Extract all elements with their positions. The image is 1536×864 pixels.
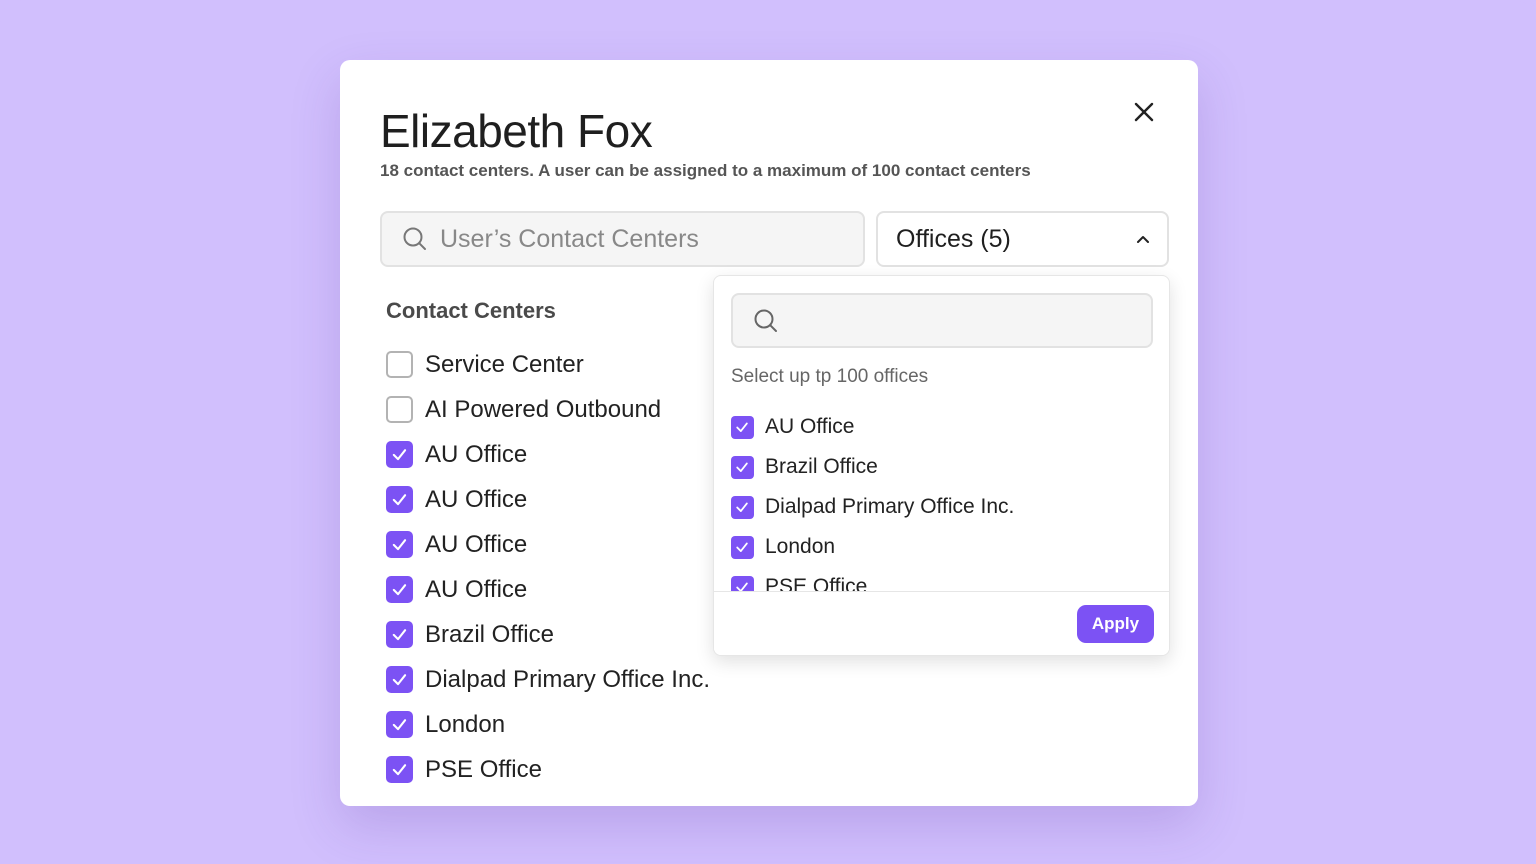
offices-search[interactable] bbox=[731, 293, 1153, 348]
contact-center-item-label: PSE Office bbox=[425, 755, 542, 783]
checkbox-checked[interactable] bbox=[386, 711, 413, 738]
checkbox-checked[interactable] bbox=[386, 441, 413, 468]
contact-center-item[interactable]: London bbox=[386, 702, 710, 747]
contact-center-item-label: Service Center bbox=[425, 350, 584, 378]
contact-center-item[interactable]: AU Office bbox=[386, 567, 710, 612]
offices-select-label: Offices (5) bbox=[896, 224, 1011, 253]
office-option[interactable]: Brazil Office bbox=[731, 447, 1161, 487]
contact-center-item[interactable]: AU Office bbox=[386, 522, 710, 567]
checkbox-checked[interactable] bbox=[386, 531, 413, 558]
office-option[interactable]: AU Office bbox=[731, 407, 1161, 447]
chevron-up-icon bbox=[1137, 236, 1149, 243]
checkbox-checked[interactable] bbox=[386, 486, 413, 513]
office-option-label: AU Office bbox=[765, 415, 855, 438]
contact-centers-heading: Contact Centers bbox=[386, 298, 556, 323]
checkbox-checked[interactable] bbox=[731, 575, 754, 591]
checkbox-checked[interactable] bbox=[731, 415, 754, 439]
contact-center-item-label: Dialpad Primary Office Inc. bbox=[425, 665, 710, 693]
contact-center-item[interactable]: Brazil Office bbox=[386, 612, 710, 657]
checkbox-checked[interactable] bbox=[731, 535, 754, 559]
modal-title: Elizabeth Fox bbox=[380, 105, 653, 157]
contact-center-item-label: AU Office bbox=[425, 440, 528, 468]
contact-center-item[interactable]: AU Office bbox=[386, 432, 710, 477]
office-option-label: PSE Office bbox=[765, 575, 868, 591]
offices-list: AU Office Brazil Office Dialpad Primary Of… bbox=[731, 407, 1161, 591]
user-contact-centers-modal: Elizabeth Fox 18 contact centers. A user… bbox=[340, 60, 1198, 806]
checkbox-checked[interactable] bbox=[731, 495, 754, 519]
checkbox-checked[interactable] bbox=[386, 621, 413, 648]
contact-center-item[interactable]: Service Center bbox=[386, 342, 710, 387]
contact-center-item[interactable]: PSE Office bbox=[386, 747, 710, 792]
checkbox-checked[interactable] bbox=[731, 455, 754, 479]
apply-button[interactable]: Apply bbox=[1077, 605, 1154, 643]
offices-select[interactable]: Offices (5) bbox=[876, 211, 1169, 267]
search-input[interactable] bbox=[440, 224, 840, 254]
office-option-label: Brazil Office bbox=[765, 455, 878, 478]
checkbox-checked[interactable] bbox=[386, 756, 413, 783]
contact-center-item-label: AI Powered Outbound bbox=[425, 395, 662, 423]
close-button[interactable] bbox=[1130, 98, 1158, 126]
checkbox-checked[interactable] bbox=[386, 666, 413, 693]
search-icon bbox=[403, 227, 426, 250]
contact-center-item-label: AU Office bbox=[425, 530, 528, 558]
search-icon bbox=[754, 309, 777, 332]
contact-center-item-label: Brazil Office bbox=[425, 620, 554, 648]
office-option-label: London bbox=[765, 535, 836, 558]
contact-centers-search[interactable] bbox=[380, 211, 865, 267]
offices-hint: Select up tp 100 offices bbox=[731, 366, 929, 387]
contact-center-item-label: AU Office bbox=[425, 485, 528, 513]
offices-dropdown: Select up tp 100 offices AU Office Brazil… bbox=[713, 275, 1170, 656]
office-option-label: Dialpad Primary Office Inc. bbox=[765, 495, 1015, 518]
contact-centers-list: Service Center AI Powered Outbound AU Offi… bbox=[386, 342, 710, 792]
office-option[interactable]: London bbox=[731, 527, 1161, 567]
office-option[interactable]: PSE Office bbox=[731, 567, 1161, 591]
contact-center-item[interactable]: AU Office bbox=[386, 477, 710, 522]
close-icon bbox=[1134, 102, 1154, 122]
checkbox-unchecked[interactable] bbox=[386, 396, 413, 423]
office-option[interactable]: Dialpad Primary Office Inc. bbox=[731, 487, 1161, 527]
contact-center-item[interactable]: AI Powered Outbound bbox=[386, 387, 710, 432]
offices-search-input[interactable] bbox=[789, 309, 1149, 332]
modal-subtitle: 18 contact centers. A user can be assign… bbox=[380, 161, 1031, 180]
contact-center-item-label: AU Office bbox=[425, 575, 528, 603]
dropdown-footer: Apply bbox=[714, 591, 1169, 655]
checkbox-unchecked[interactable] bbox=[386, 351, 413, 378]
checkbox-checked[interactable] bbox=[386, 576, 413, 603]
contact-center-item[interactable]: Dialpad Primary Office Inc. bbox=[386, 657, 710, 702]
contact-center-item-label: London bbox=[425, 710, 506, 738]
